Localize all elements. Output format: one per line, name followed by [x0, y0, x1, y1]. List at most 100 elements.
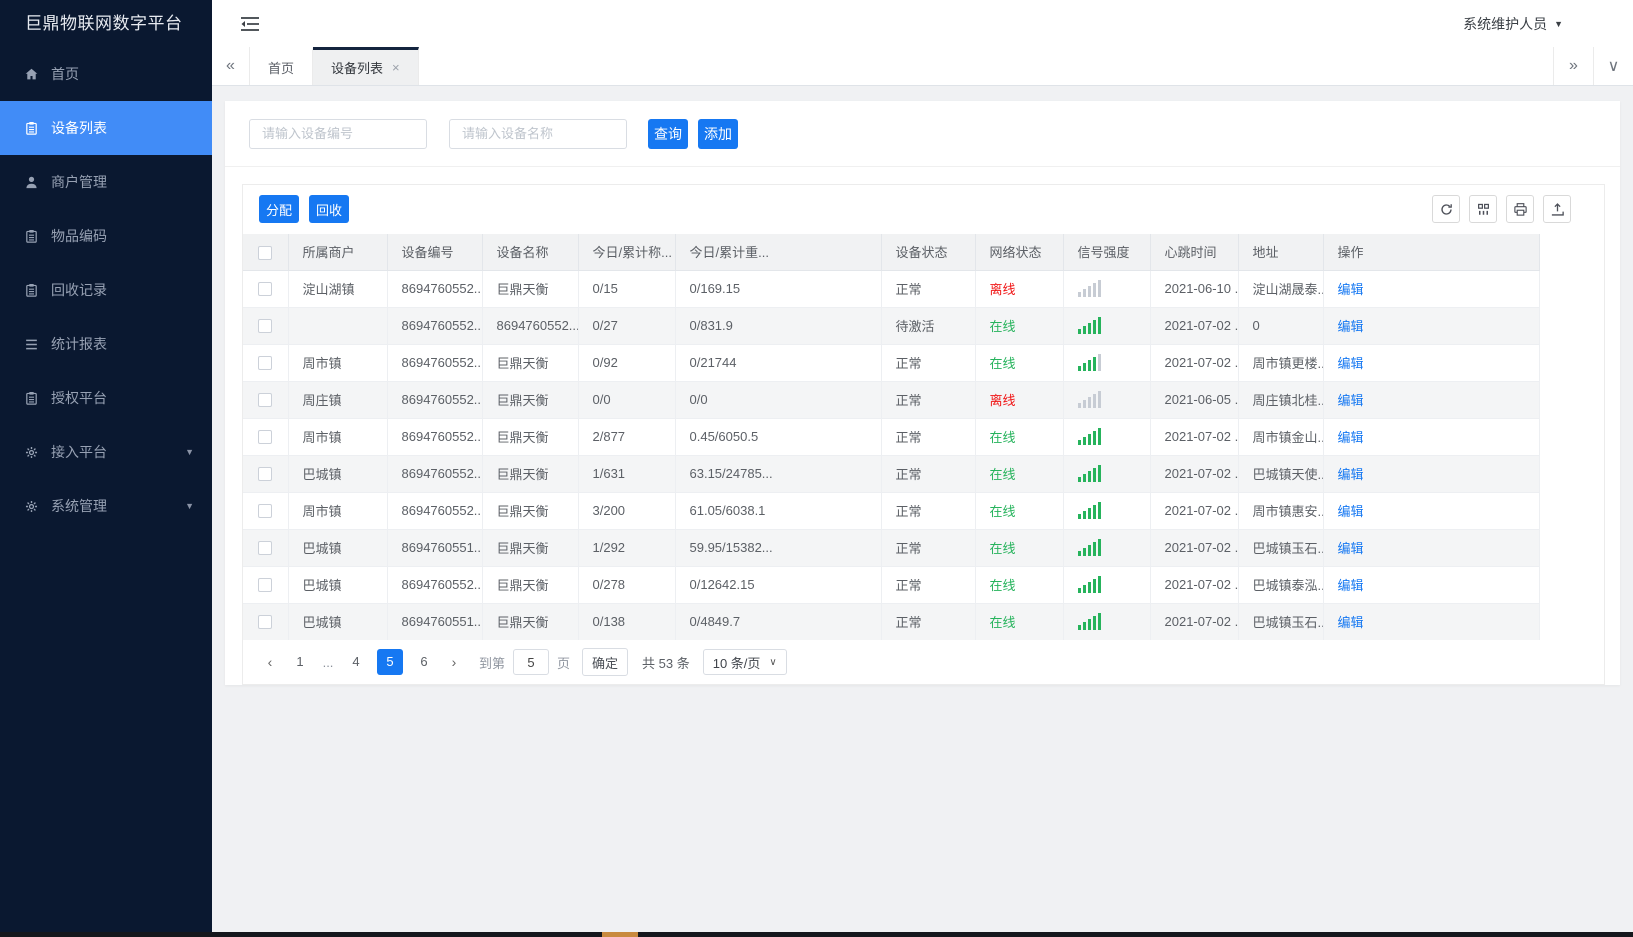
row-checkbox[interactable] [258, 282, 273, 297]
page-size-select[interactable]: 10 条/页 ∨ [702, 649, 787, 675]
cell-network-status: 在线 [975, 307, 1064, 345]
add-button[interactable]: 添加 [698, 118, 738, 149]
columns-icon [1477, 203, 1489, 215]
sidebar-item-recycle-records[interactable]: 回收记录 [0, 263, 212, 317]
row-select-cell [243, 455, 289, 493]
menu-icon [24, 336, 41, 352]
next-page-icon[interactable]: › [441, 654, 467, 670]
cell-address: 巴城镇玉石... [1238, 603, 1324, 641]
signal-bars-icon [1077, 391, 1101, 409]
cell-actions: 编辑 [1323, 603, 1540, 641]
cell-device-name: 巨鼎天衡 [482, 381, 579, 419]
signal-bars-icon [1077, 465, 1101, 483]
print-icon [1513, 202, 1527, 216]
tabs-scroll-right-icon[interactable]: » [1553, 47, 1593, 85]
row-checkbox[interactable] [258, 430, 273, 445]
assign-button[interactable]: 分配 [259, 195, 299, 223]
caret-down-icon: ▼ [1554, 18, 1563, 29]
edit-link[interactable]: 编辑 [1338, 393, 1364, 408]
refresh-button[interactable] [1432, 195, 1460, 223]
sidebar-item-label: 设备列表 [51, 120, 107, 136]
cell-heartbeat: 2021-07-02 ... [1150, 492, 1239, 530]
row-checkbox[interactable] [258, 578, 273, 593]
cell-device-name: 巨鼎天衡 [482, 344, 579, 382]
page-number-5[interactable]: 5 [377, 649, 403, 675]
edit-link[interactable]: 编辑 [1338, 430, 1364, 445]
sidebar-item-stats-report[interactable]: 统计报表 [0, 317, 212, 371]
cell-network-status: 在线 [975, 418, 1064, 456]
sidebar-item-system-mgmt[interactable]: 系统管理 ▼ [0, 479, 212, 533]
sidebar-item-item-code[interactable]: 物品编码 [0, 209, 212, 263]
row-select-cell [243, 492, 289, 530]
edit-link[interactable]: 编辑 [1338, 319, 1364, 334]
row-checkbox[interactable] [258, 467, 273, 482]
cell-device-status: 正常 [881, 455, 976, 493]
gear-icon [24, 498, 41, 514]
refresh-icon [1440, 203, 1452, 215]
edit-link[interactable]: 编辑 [1338, 356, 1364, 371]
row-checkbox[interactable] [258, 541, 273, 556]
signal-bars-icon [1077, 576, 1101, 594]
print-button[interactable] [1506, 195, 1534, 223]
confirm-button[interactable]: 确定 [582, 648, 629, 676]
row-select-cell [243, 381, 289, 419]
query-button[interactable]: 查询 [648, 118, 688, 149]
signal-bars-icon [1077, 354, 1101, 372]
row-select-cell [243, 344, 289, 382]
page-number-4[interactable]: 4 [343, 649, 369, 675]
sidebar-item-device-list[interactable]: 设备列表 [0, 101, 212, 155]
cell-device-name: 巨鼎天衡 [482, 418, 579, 456]
edit-link[interactable]: 编辑 [1338, 504, 1364, 519]
select-all-checkbox[interactable] [258, 245, 273, 260]
export-button[interactable] [1543, 195, 1571, 223]
row-checkbox[interactable] [258, 504, 273, 519]
cell-device-no: 8694760552... [387, 566, 483, 604]
edit-link[interactable]: 编辑 [1338, 578, 1364, 593]
clipboard-icon [24, 228, 41, 244]
cell-device-status: 正常 [881, 566, 976, 604]
sidebar-item-home[interactable]: 首页 [0, 47, 212, 101]
page-number-1[interactable]: 1 [287, 649, 313, 675]
row-checkbox[interactable] [258, 393, 273, 408]
row-select-cell [243, 270, 289, 308]
recycle-button[interactable]: 回收 [309, 195, 349, 223]
prev-page-icon[interactable]: ‹ [257, 654, 283, 670]
cell-today-weight: 0.45/6050.5 [675, 418, 882, 456]
device-no-input[interactable] [249, 118, 427, 149]
cell-address: 周庄镇北桂... [1238, 381, 1324, 419]
row-checkbox[interactable] [258, 615, 273, 630]
user-menu[interactable]: 系统维护人员 ▼ [1463, 14, 1563, 34]
column-header: 地址 [1238, 234, 1324, 271]
edit-link[interactable]: 编辑 [1338, 541, 1364, 556]
cell-address: 巴城镇玉石... [1238, 529, 1324, 567]
device-table: 所属商户 设备编号 设备名称 今日/累计称... 今日/累计重... 设备状态 网络状态 信号… [243, 234, 1540, 641]
content: 查询 添加 分配 回收 [212, 87, 1633, 937]
sidebar: 巨鼎物联网数字平台 首页 设备列表 商户管理 物品编码 回收记录 统计报表 授权平台 接入平台… [0, 0, 212, 937]
tab-device-list[interactable]: 设备列表 × [313, 47, 419, 85]
tab-label: 首页 [268, 61, 295, 76]
row-checkbox[interactable] [258, 319, 273, 334]
device-name-input[interactable] [449, 118, 627, 149]
sidebar-item-access-platform[interactable]: 接入平台 ▼ [0, 425, 212, 479]
cell-merchant: 周市镇 [288, 492, 388, 530]
row-checkbox[interactable] [258, 356, 273, 371]
edit-link[interactable]: 编辑 [1338, 282, 1364, 297]
tabs-scroll-left-icon[interactable]: « [212, 47, 250, 85]
cell-today-weight: 0/4849.7 [675, 603, 882, 641]
page-numbers: 1... 4 5 6 [283, 649, 441, 675]
goto-page-input[interactable] [513, 649, 550, 675]
edit-link[interactable]: 编辑 [1338, 467, 1364, 482]
close-icon[interactable]: × [392, 60, 400, 75]
sidebar-item-auth-platform[interactable]: 授权平台 [0, 371, 212, 425]
cell-today-weight: 63.15/24785... [675, 455, 882, 493]
edit-link[interactable]: 编辑 [1338, 615, 1364, 630]
sidebar-item-merchant-mgmt[interactable]: 商户管理 [0, 155, 212, 209]
page-number-6[interactable]: 6 [411, 649, 437, 675]
chevron-down-icon: ▼ [185, 447, 194, 457]
sidebar-toggle-icon[interactable] [240, 16, 260, 32]
cell-device-name: 巨鼎天衡 [482, 603, 579, 641]
cell-today-count: 2/877 [578, 418, 676, 456]
columns-button[interactable] [1469, 195, 1497, 223]
tab-home[interactable]: 首页 [250, 47, 314, 85]
tabs-menu-icon[interactable]: ∨ [1593, 47, 1633, 85]
